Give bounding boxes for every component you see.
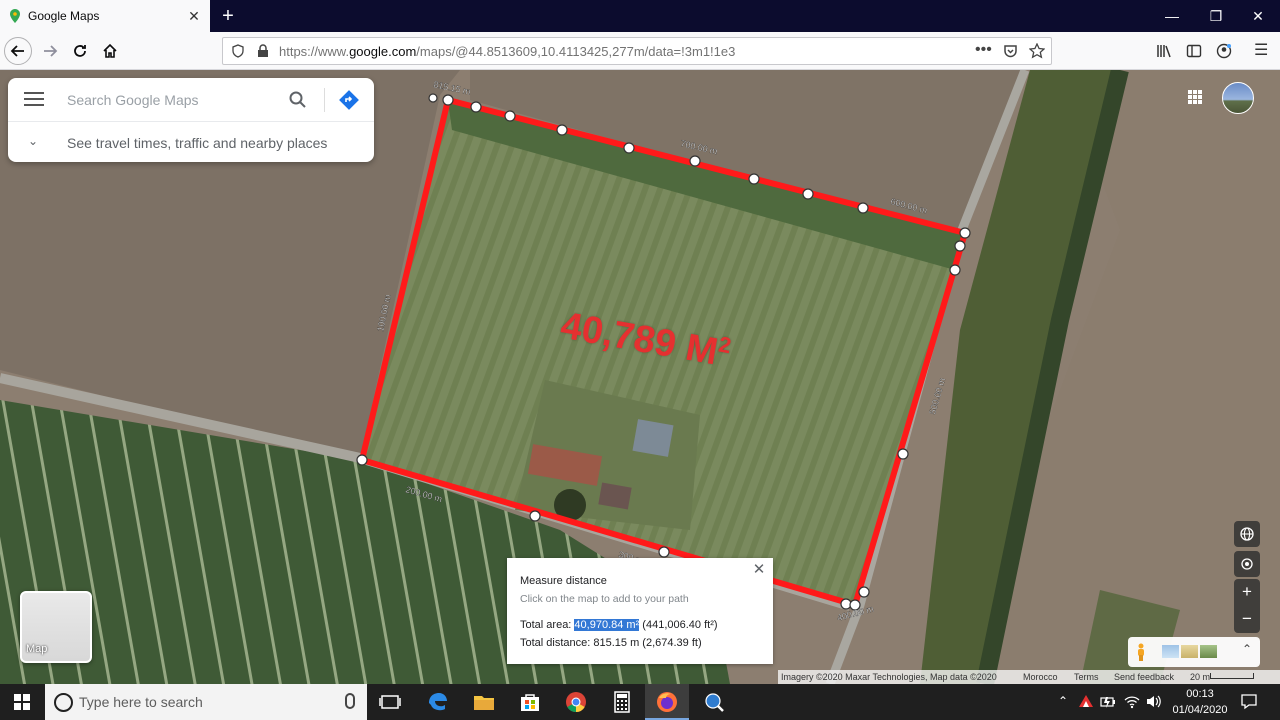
map-view[interactable]: 815.15 m 700.00 m 600.00 m 500.00 m 400.… xyxy=(0,70,1280,684)
tab-title: Google Maps xyxy=(28,9,100,23)
search-icon[interactable] xyxy=(289,91,307,109)
bookmark-star-icon[interactable] xyxy=(1029,43,1045,59)
forward-arrow-icon xyxy=(44,45,58,57)
imagery-credit: Imagery ©2020 Maxar Technologies, Map da… xyxy=(781,672,997,682)
search-row: Search Google Maps xyxy=(8,78,374,122)
distance-label: 100.00 m xyxy=(375,294,393,333)
window-close-button[interactable]: ✕ xyxy=(1236,0,1280,32)
navigation-toolbar: https://www.google.com/maps/@44.8513609,… xyxy=(0,32,1280,70)
distance-label: 700.00 m xyxy=(680,138,719,156)
clock-date: 01/04/2020 xyxy=(1172,704,1228,716)
chevron-up-icon[interactable]: ⌃ xyxy=(1242,642,1252,656)
url-text: https://www.google.com/maps/@44.8513609,… xyxy=(279,44,736,59)
close-icon[interactable]: ✕ xyxy=(751,562,767,578)
layer-switcher-tile[interactable]: Map xyxy=(20,591,92,663)
volume-icon[interactable] xyxy=(1146,694,1162,709)
magnifier-icon[interactable] xyxy=(702,690,726,714)
calculator-icon[interactable] xyxy=(610,690,634,714)
account-icon[interactable] xyxy=(1216,43,1232,59)
firefox-icon xyxy=(657,692,677,712)
tray-app-icon[interactable] xyxy=(1078,694,1094,708)
map-footer: Imagery ©2020 Maxar Technologies, Map da… xyxy=(778,670,1280,684)
total-distance: Total distance: 815.15 m (2,674.39 ft) xyxy=(520,637,702,649)
globe-icon xyxy=(1240,527,1254,541)
home-icon xyxy=(103,43,117,58)
reload-icon xyxy=(74,45,86,57)
pocket-icon[interactable] xyxy=(1003,44,1018,59)
scale-bar[interactable] xyxy=(1210,673,1254,679)
measure-title: Measure distance xyxy=(520,575,607,587)
chevron-down-icon: ⌄ xyxy=(28,134,39,148)
store-icon[interactable] xyxy=(518,690,542,714)
chrome-icon[interactable] xyxy=(564,690,588,714)
shield-icon[interactable] xyxy=(231,44,245,58)
pegman-icon[interactable] xyxy=(1136,643,1146,661)
firefox-taskbar-button[interactable] xyxy=(645,684,689,720)
cortana-icon xyxy=(54,693,73,712)
lock-icon[interactable] xyxy=(257,44,269,58)
distance-label: 200.00 m xyxy=(404,484,443,504)
street-view-bar: ⌃ xyxy=(1128,637,1260,667)
measure-distance-card: Measure distance Click on the map to add… xyxy=(507,558,773,664)
new-tab-button[interactable]: + xyxy=(216,4,240,28)
search-panel: Search Google Maps ⌄ See travel times, t… xyxy=(8,78,374,162)
area-value[interactable]: 40,970.84 m² xyxy=(574,619,640,631)
battery-icon[interactable] xyxy=(1100,695,1116,709)
terms-link[interactable]: Terms xyxy=(1074,672,1099,682)
apps-grid-icon[interactable] xyxy=(1188,90,1202,104)
scale-text[interactable]: 20 m xyxy=(1190,672,1210,682)
taskbar-search-input[interactable]: Type here to search xyxy=(79,694,203,710)
travel-times-hint: See travel times, traffic and nearby pla… xyxy=(67,135,328,151)
task-view-icon[interactable] xyxy=(378,690,402,714)
distance-label: 500.00 m xyxy=(927,377,947,416)
avatar[interactable] xyxy=(1222,82,1254,114)
photo-thumb-icon[interactable] xyxy=(1181,645,1198,658)
microphone-icon[interactable] xyxy=(345,693,355,709)
location-icon xyxy=(1241,558,1253,570)
page-actions-icon[interactable]: ••• xyxy=(975,41,992,59)
windows-taskbar: Type here to search ⌃ 00:13 01/04/2020 xyxy=(0,684,1280,720)
home-button[interactable] xyxy=(96,37,124,65)
reload-button[interactable] xyxy=(66,37,94,65)
travel-times-row[interactable]: ⌄ See travel times, traffic and nearby p… xyxy=(8,122,374,162)
tab-bar: Google Maps ✕ + — ❐ ✕ xyxy=(0,0,1280,32)
forward-button[interactable] xyxy=(36,37,64,65)
back-arrow-icon xyxy=(10,45,24,57)
chevron-up-icon[interactable]: ⌃ xyxy=(1058,694,1068,708)
hamburger-menu-icon[interactable] xyxy=(24,92,44,108)
clock-time: 00:13 xyxy=(1186,688,1214,700)
windows-start-icon[interactable] xyxy=(14,694,30,710)
zoom-out-button[interactable]: − xyxy=(1234,606,1260,633)
notifications-icon[interactable] xyxy=(1240,693,1258,710)
divider xyxy=(324,88,325,112)
wifi-icon[interactable] xyxy=(1124,694,1140,709)
distance-label: 815.15 m xyxy=(433,79,472,97)
maps-favicon-icon xyxy=(10,9,20,23)
sidebar-icon[interactable] xyxy=(1186,43,1202,59)
photo-thumb-icon[interactable] xyxy=(1200,645,1217,658)
maximize-button[interactable]: ❐ xyxy=(1194,0,1238,32)
zoom-in-button[interactable]: + xyxy=(1234,579,1260,606)
measure-hint: Click on the map to add to your path xyxy=(520,593,689,605)
minimize-button[interactable]: — xyxy=(1150,0,1194,32)
tab-close-icon[interactable]: ✕ xyxy=(186,8,202,24)
file-explorer-icon[interactable] xyxy=(472,690,496,714)
system-clock[interactable]: 00:13 01/04/2020 xyxy=(1170,686,1230,718)
edge-icon[interactable] xyxy=(426,690,450,714)
tab-google-maps[interactable]: Google Maps ✕ xyxy=(0,0,210,32)
url-bar[interactable]: https://www.google.com/maps/@44.8513609,… xyxy=(222,37,1052,65)
send-feedback-link[interactable]: Send feedback xyxy=(1114,672,1174,682)
globe-view-button[interactable] xyxy=(1234,521,1260,547)
photo-thumb-icon[interactable] xyxy=(1162,645,1179,658)
total-area: Total area: 40,970.84 m² (441,006.40 ft²… xyxy=(520,619,718,631)
back-button[interactable] xyxy=(4,37,32,65)
library-icon[interactable] xyxy=(1156,43,1172,59)
search-input[interactable]: Search Google Maps xyxy=(67,92,199,108)
directions-icon[interactable] xyxy=(338,89,360,111)
zoom-controls: + − xyxy=(1234,579,1260,633)
country-link[interactable]: Morocco xyxy=(1023,672,1058,682)
taskbar-search[interactable]: Type here to search xyxy=(45,684,367,720)
my-location-button[interactable] xyxy=(1234,551,1260,577)
menu-icon[interactable]: ☰ xyxy=(1254,40,1268,60)
